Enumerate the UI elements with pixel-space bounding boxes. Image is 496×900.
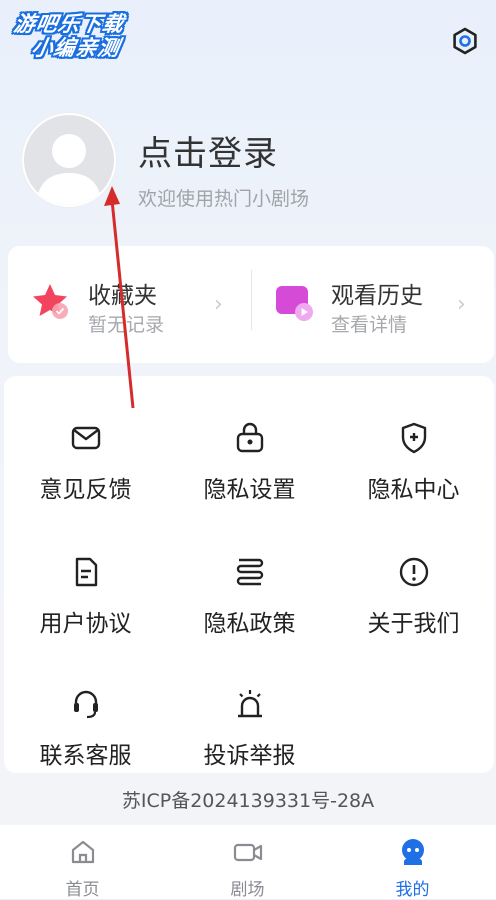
policy-scroll-icon: [232, 554, 268, 590]
favorites-star-icon: [30, 280, 74, 324]
menu-item-privacy-policy[interactable]: 隐私政策: [168, 530, 331, 650]
tab-label: 首页: [65, 880, 100, 900]
menu-item-report[interactable]: 投诉举报: [168, 662, 331, 782]
info-circle-icon: [396, 554, 432, 590]
quick-access-card: 收藏夹 暂无记录 › 观看历史 查看详情 ›: [8, 246, 494, 363]
menu-label: 隐私中心: [367, 477, 460, 503]
menu-label: 关于我们: [367, 611, 460, 637]
menu-item-privacy-settings[interactable]: 隐私设置: [168, 396, 331, 516]
mine-icon: [398, 837, 428, 867]
menu-label: 隐私政策: [203, 611, 296, 637]
menu-item-about-us[interactable]: 关于我们: [332, 530, 495, 650]
tab-theater[interactable]: 剧场: [165, 825, 330, 900]
menu-item-user-agreement[interactable]: 用户协议: [4, 530, 167, 650]
chevron-right-icon: ›: [214, 292, 223, 317]
video-camera-icon: [233, 837, 263, 867]
menu-item-privacy-center[interactable]: 隐私中心: [332, 396, 495, 516]
tab-label: 我的: [395, 880, 430, 900]
lock-icon: [232, 420, 268, 456]
favorites-entry[interactable]: 收藏夹 暂无记录 ›: [8, 246, 251, 363]
chevron-right-icon: ›: [457, 292, 466, 317]
menu-label: 意见反馈: [39, 477, 132, 503]
avatar[interactable]: [22, 113, 116, 207]
history-sub: 查看详情: [331, 314, 408, 336]
history-label: 观看历史: [331, 283, 423, 309]
mail-icon: [68, 420, 104, 456]
headset-icon: [68, 686, 104, 722]
home-icon: [68, 837, 98, 867]
menu-grid: 意见反馈 隐私设置 隐私中心 用户协议 隐私政策 关于我们 联系客服 投诉举报: [4, 376, 494, 773]
user-silhouette-icon: [36, 134, 102, 205]
menu-item-customer-service[interactable]: 联系客服: [4, 662, 167, 782]
login-subtitle: 欢迎使用热门小剧场: [138, 188, 310, 210]
favorites-sub: 暂无记录: [88, 314, 165, 336]
watermark-logo: 游吧乐下载 小编亲测: [8, 12, 126, 60]
history-entry[interactable]: 观看历史 查看详情 ›: [251, 246, 494, 363]
tab-mine[interactable]: 我的: [330, 825, 495, 900]
watermark-line1: 游吧乐下载: [12, 12, 127, 36]
history-video-icon: [273, 280, 317, 324]
watermark-line2: 小编亲测: [29, 36, 123, 60]
bottom-tab-bar: 首页 剧场 我的: [0, 825, 496, 900]
tab-label: 剧场: [230, 880, 265, 900]
icp-record: 苏ICP备2024139331号-28A: [121, 790, 375, 812]
menu-item-feedback[interactable]: 意见反馈: [4, 396, 167, 516]
settings-icon[interactable]: [450, 26, 480, 56]
alarm-icon: [232, 686, 268, 722]
shield-icon: [396, 420, 432, 456]
menu-label: 用户协议: [39, 611, 132, 637]
document-icon: [68, 554, 104, 590]
login-title[interactable]: 点击登录: [138, 126, 278, 175]
menu-label: 联系客服: [39, 743, 132, 769]
tab-home[interactable]: 首页: [0, 825, 165, 900]
favorites-label: 收藏夹: [88, 283, 157, 309]
menu-label: 投诉举报: [203, 743, 296, 769]
menu-label: 隐私设置: [203, 477, 296, 503]
